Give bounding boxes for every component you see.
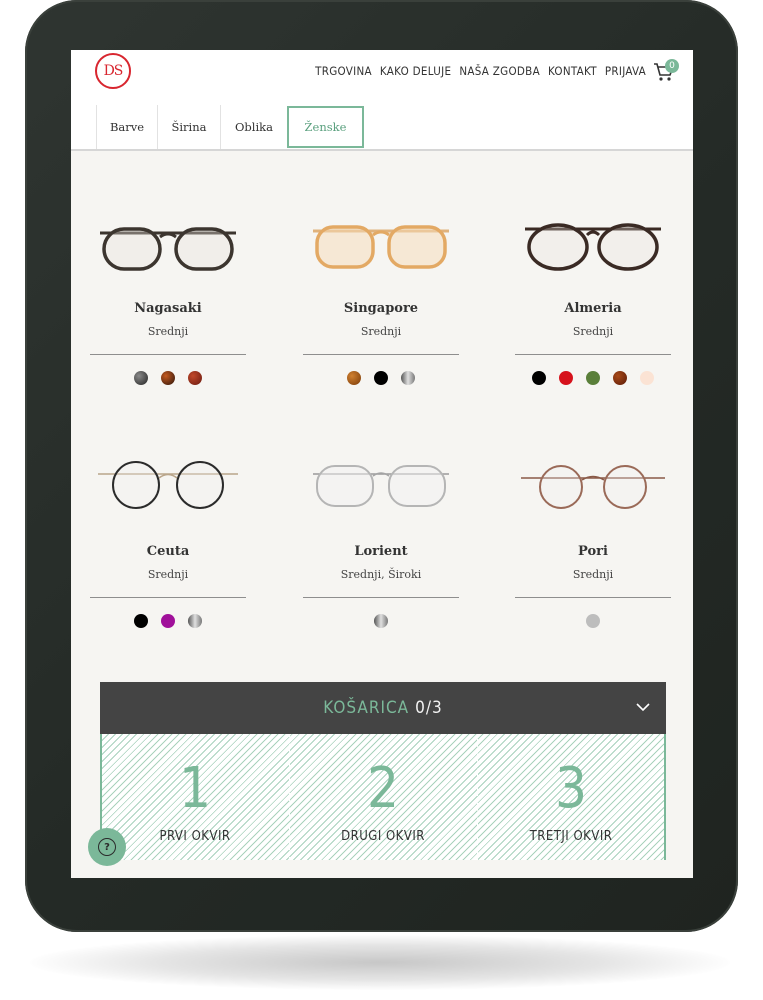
product-name[interactable]: Singapore <box>303 301 459 316</box>
slot-label: TRETJI OKVIR <box>529 829 613 844</box>
swatch-black[interactable] <box>374 371 388 385</box>
screen: DS TRGOVINA KAKO DELUJE NAŠA ZGODBA KONT… <box>71 50 693 878</box>
product-size: Srednji <box>147 568 189 581</box>
device-shadow <box>30 935 730 990</box>
product-divider <box>303 354 459 355</box>
nav-kontakt[interactable]: KONTAKT <box>548 64 597 78</box>
product-divider <box>90 354 246 355</box>
color-swatches <box>303 614 459 628</box>
product-size: Srednji <box>147 325 189 338</box>
product-name[interactable]: Lorient <box>303 544 459 559</box>
swatch-silver[interactable] <box>188 614 202 628</box>
nav-kako-deluje[interactable]: KAKO DELUJE <box>380 64 451 78</box>
product-divider <box>303 597 459 598</box>
product-name[interactable]: Pori <box>515 544 671 559</box>
help-icon: ? <box>98 838 116 856</box>
swatch-grey-tortoise[interactable] <box>134 371 148 385</box>
product-size: Srednji <box>572 568 614 581</box>
swatch-purple[interactable] <box>161 614 175 628</box>
product-size: Srednji <box>572 325 614 338</box>
cart-slot-1[interactable]: 1 PRVI OKVIR <box>102 734 288 860</box>
filter-oblika[interactable]: Oblika <box>220 105 287 149</box>
cart-panel: KOŠARICA 0/3 1 PRVI OKVIR 2 DRUGI OKVIR … <box>100 682 666 878</box>
product-divider <box>515 597 671 598</box>
cart-slot-2[interactable]: 2 DRUGI OKVIR <box>290 734 476 860</box>
main-nav: TRGOVINA KAKO DELUJE NAŠA ZGODBA KONTAKT… <box>315 64 646 78</box>
swatch-red-tortoise[interactable] <box>188 371 202 385</box>
nav-nasa-zgodba[interactable]: NAŠA ZGODBA <box>459 64 540 78</box>
cart-header[interactable]: KOŠARICA 0/3 <box>100 682 666 734</box>
product-name[interactable]: Nagasaki <box>90 301 246 316</box>
logo-text: DS <box>103 63 124 79</box>
cart-count: 0/3 <box>415 698 443 718</box>
slot-number: 1 <box>178 756 212 821</box>
filter-bar: Barve Širina Oblika Ženske <box>71 105 693 151</box>
color-swatches <box>515 614 671 628</box>
glasses-image <box>100 227 236 271</box>
filter-zenske[interactable]: Ženske <box>287 106 364 148</box>
cart-slot-3[interactable]: 3 TRETJI OKVIR <box>478 734 664 860</box>
color-swatches <box>90 614 246 628</box>
slot-label: PRVI OKVIR <box>159 829 231 844</box>
product-size: Srednji <box>360 325 402 338</box>
filter-sirina[interactable]: Širina <box>157 105 220 149</box>
logo[interactable]: DS <box>95 53 131 89</box>
glasses-image <box>313 465 449 507</box>
nav-trgovina[interactable]: TRGOVINA <box>315 64 372 78</box>
product-name[interactable]: Almeria <box>515 301 671 316</box>
swatch-grey-gradient[interactable] <box>401 371 415 385</box>
slot-label: DRUGI OKVIR <box>341 829 425 844</box>
product-name[interactable]: Ceuta <box>90 544 246 559</box>
cart-slots: 1 PRVI OKVIR 2 DRUGI OKVIR 3 TRETJI OKVI… <box>100 734 666 860</box>
swatch-red[interactable] <box>559 371 573 385</box>
slot-number: 2 <box>366 756 400 821</box>
swatch-tortoise[interactable] <box>613 371 627 385</box>
swatch-black[interactable] <box>134 614 148 628</box>
glasses-image <box>521 465 665 509</box>
swatch-peach[interactable] <box>640 371 654 385</box>
glasses-image <box>525 223 661 271</box>
swatch-silver[interactable] <box>374 614 388 628</box>
slot-number: 3 <box>554 756 588 821</box>
product-size: Srednji, Široki <box>340 568 422 581</box>
cart-count-badge: 0 <box>665 59 679 73</box>
header: DS TRGOVINA KAKO DELUJE NAŠA ZGODBA KONT… <box>71 50 693 106</box>
glasses-image <box>313 225 449 269</box>
swatch-amber[interactable] <box>347 371 361 385</box>
product-divider <box>90 597 246 598</box>
color-swatches <box>303 371 459 385</box>
help-button[interactable]: ? <box>88 828 126 866</box>
nav-prijava[interactable]: PRIJAVA <box>605 64 646 78</box>
color-swatches <box>515 371 671 385</box>
chevron-down-icon[interactable] <box>636 700 650 714</box>
swatch-black[interactable] <box>532 371 546 385</box>
color-swatches <box>90 371 246 385</box>
filter-barve[interactable]: Barve <box>96 105 157 149</box>
cart-title: KOŠARICA <box>323 698 410 718</box>
swatch-grey[interactable] <box>586 614 600 628</box>
swatch-green[interactable] <box>586 371 600 385</box>
product-divider <box>515 354 671 355</box>
swatch-tortoise[interactable] <box>161 371 175 385</box>
glasses-image <box>98 461 238 509</box>
